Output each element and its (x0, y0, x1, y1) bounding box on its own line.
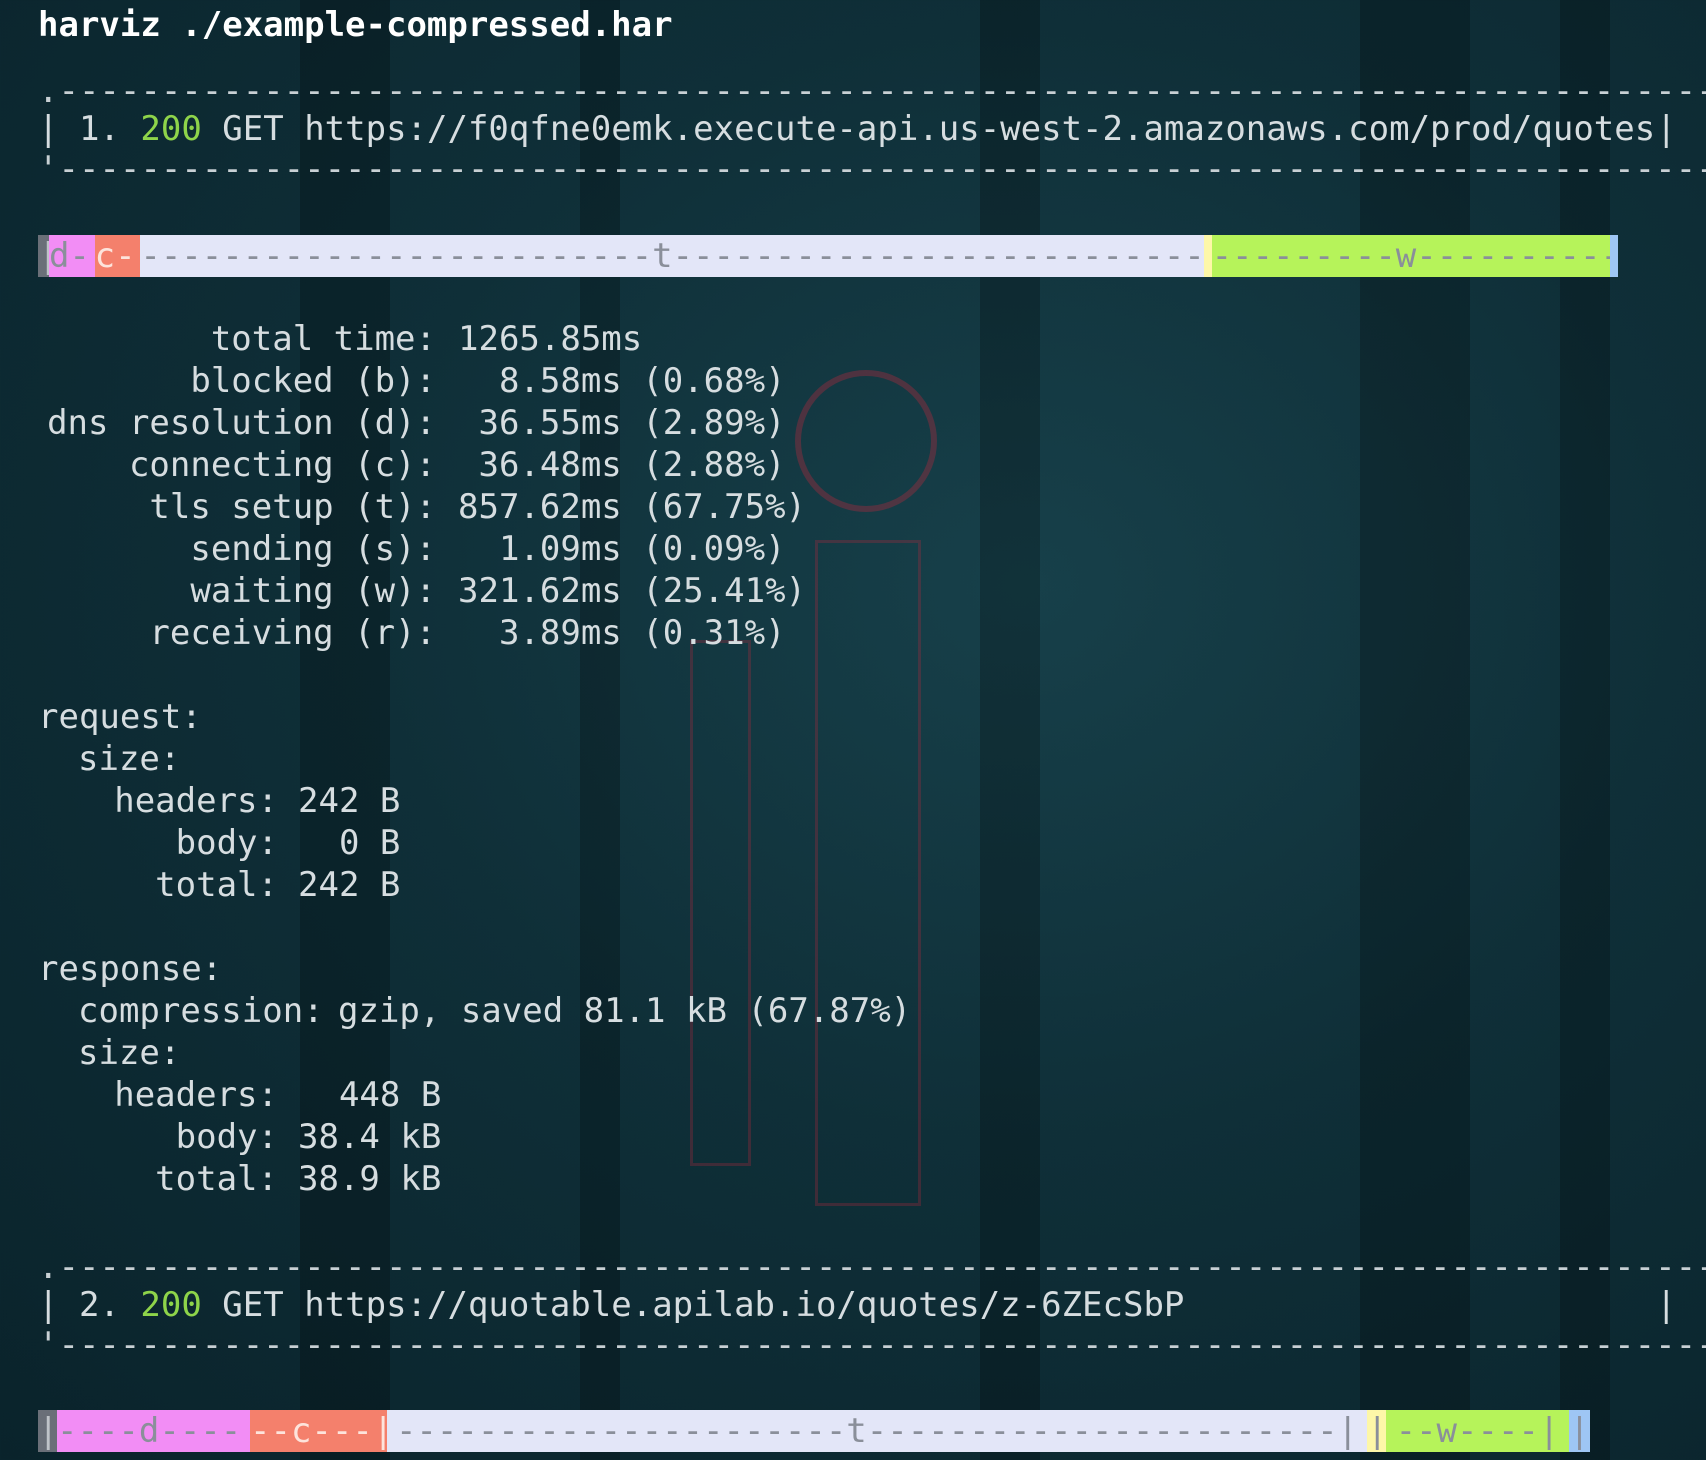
response-total-label: total: (155, 1159, 278, 1199)
request-body-size: 0 B (298, 823, 401, 863)
dns-segment: ----d----| (57, 1410, 250, 1452)
entry-2-timeline-bar: | ----d----| --c---| -------------------… (38, 1410, 1618, 1452)
timing-label: receiving (r): (149, 613, 436, 653)
response-total-size: 38.9 kB (298, 1159, 442, 1199)
box-right-border: | (1656, 1285, 1677, 1325)
response-body-label: body: (175, 1117, 278, 1157)
box-right-border: | (1656, 109, 1677, 149)
timing-label: total time: (210, 319, 436, 359)
request-total-size: 242 B (298, 865, 401, 905)
timing-value: 36.48ms (2.88%) (458, 445, 786, 485)
request-size-label: size: (78, 739, 181, 779)
command-line: harviz ./example-compressed.har (38, 5, 673, 45)
timing-value: 321.62ms (25.41%) (458, 571, 806, 611)
entry-1-timeline-bar: | d-| c-| -------------------------t----… (38, 235, 1618, 277)
wait-segment: ---------w----------| (1211, 235, 1611, 277)
entry-2-request-line: | 2. 200 GET https://quotable.apilab.io/… (38, 1285, 1185, 1325)
entry-index: 2. (78, 1285, 120, 1325)
timing-label: blocked (b): (190, 361, 436, 401)
status-code: 200 (140, 1285, 202, 1325)
request-headers-label: headers: (114, 781, 278, 821)
request-body-label: body: (175, 823, 278, 863)
terminal-output: harviz ./example-compressed.har .-------… (0, 0, 1706, 1460)
entry-1-request-line: | 1. 200 GET https://f0qfne0emk.execute-… (38, 109, 1656, 149)
response-size-label: size: (78, 1033, 181, 1073)
request-url: https://f0qfne0emk.execute-api.us-west-2… (304, 109, 1656, 149)
box-bottom-border: '---------------------------------------… (38, 149, 1706, 189)
timing-value: 36.55ms (2.89%) (458, 403, 786, 443)
response-headers-size: 448 B (298, 1075, 442, 1115)
tls-segment: ----------------------t-----------------… (387, 1410, 1367, 1452)
box-top-border: .---------------------------------------… (38, 1247, 1706, 1287)
request-url: https://quotable.apilab.io/quotes/z-6ZEc… (304, 1285, 1185, 1325)
send-segment: | (1367, 1410, 1386, 1452)
box-bottom-border: '---------------------------------------… (38, 1325, 1706, 1365)
request-total-label: total: (155, 865, 278, 905)
compression-label: compression: (78, 991, 324, 1031)
request-headers-size: 242 B (298, 781, 401, 821)
box-top-border: .---------------------------------------… (38, 71, 1706, 111)
response-headers-label: headers: (114, 1075, 278, 1115)
receive-segment: | (1569, 1410, 1590, 1452)
http-method: GET (222, 109, 284, 149)
timing-label: dns resolution (d): (47, 403, 436, 443)
wait-segment: --w----| (1386, 1410, 1569, 1452)
request-heading: request: (38, 697, 202, 737)
blocked-segment: | (38, 1410, 57, 1452)
response-heading: response: (38, 949, 223, 989)
tls-segment: -------------------------t--------------… (140, 235, 1204, 277)
receive-segment: | (1610, 235, 1618, 277)
connect-segment: c-| (94, 235, 141, 277)
entry-index: 1. (78, 109, 120, 149)
timing-value: 1265.85ms (458, 319, 643, 359)
status-code: 200 (140, 109, 202, 149)
timing-label: waiting (w): (190, 571, 436, 611)
timing-value: 3.89ms (0.31%) (458, 613, 786, 653)
blocked-segment: | (38, 235, 49, 277)
timing-label: connecting (c): (128, 445, 436, 485)
timing-label: tls setup (t): (149, 487, 436, 527)
timing-label: sending (s): (190, 529, 436, 569)
compression-value: gzip, saved 81.1 kB (67.87%) (338, 991, 912, 1031)
dns-segment: d-| (48, 235, 95, 277)
response-body-size: 38.4 kB (298, 1117, 442, 1157)
timing-value: 857.62ms (67.75%) (458, 487, 806, 527)
http-method: GET (222, 1285, 284, 1325)
connect-segment: --c---| (250, 1410, 387, 1452)
send-segment: | (1203, 235, 1212, 277)
timing-value: 1.09ms (0.09%) (458, 529, 786, 569)
timing-value: 8.58ms (0.68%) (458, 361, 786, 401)
